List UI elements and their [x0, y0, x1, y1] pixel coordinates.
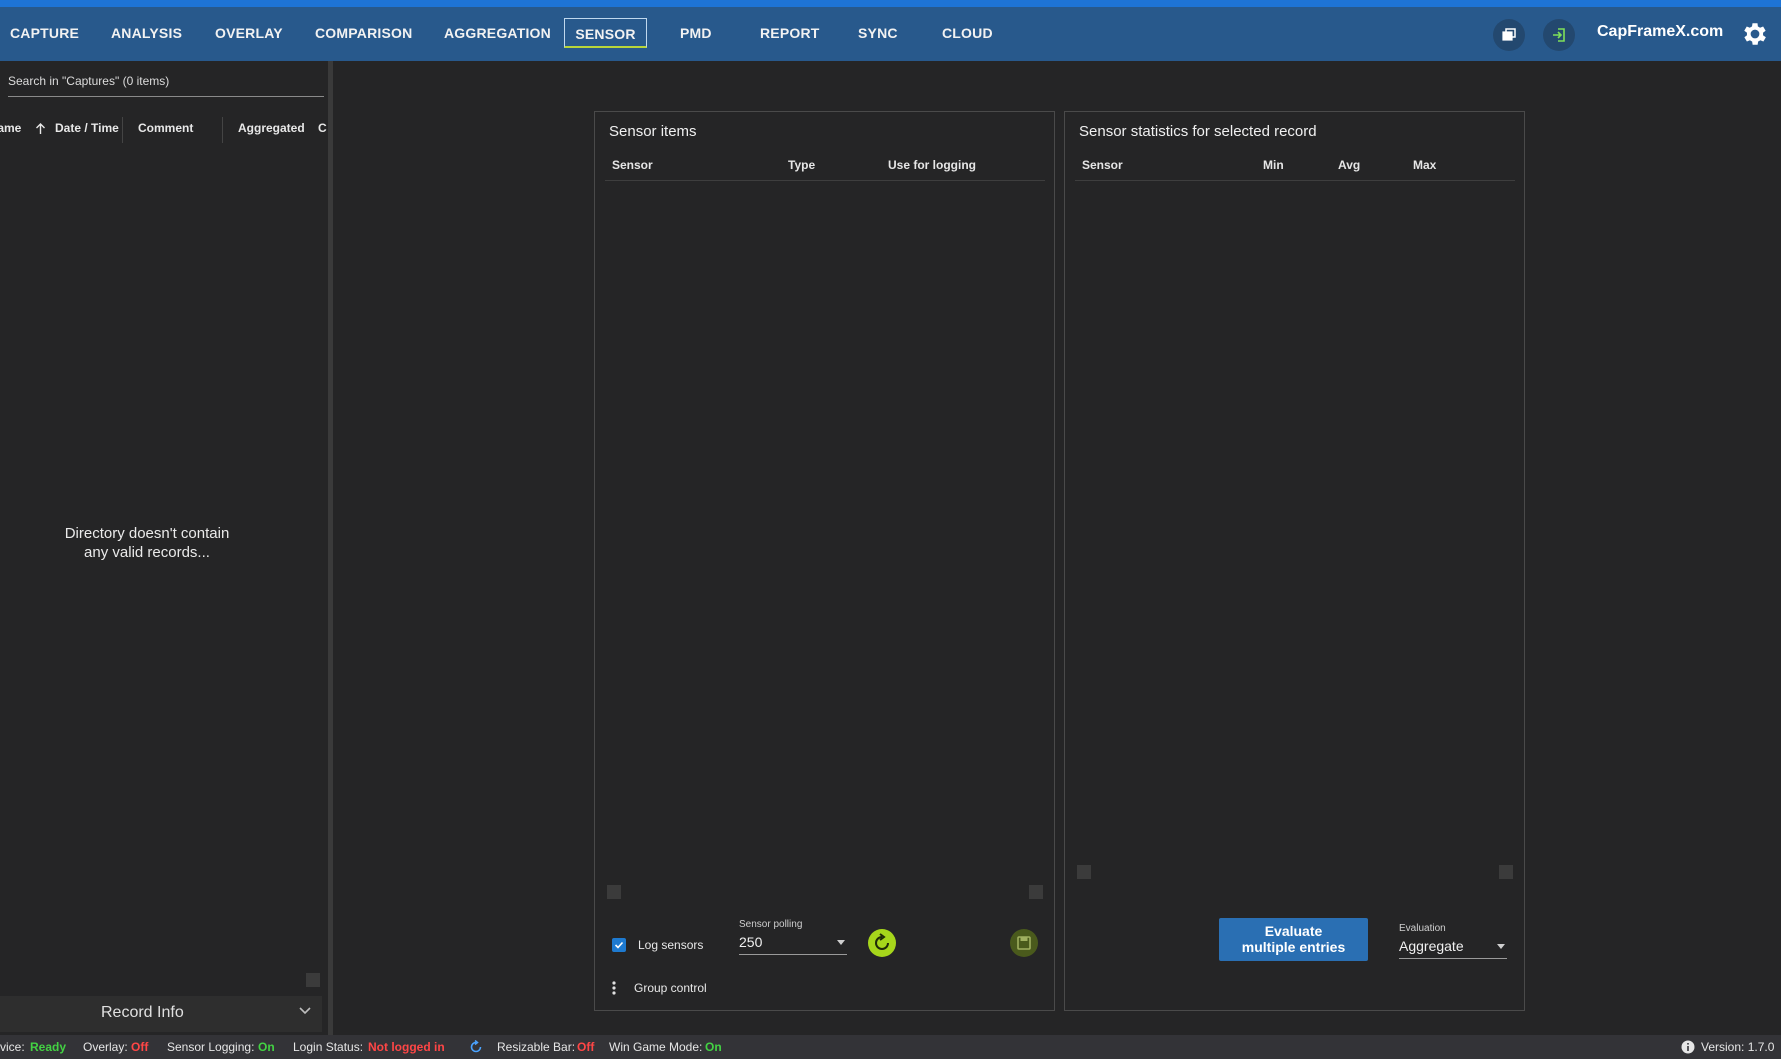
column-date-time[interactable]: Date / Time — [55, 121, 119, 135]
sensor-polling-label: Sensor polling — [739, 919, 803, 930]
resizable-bar-status: Off — [577, 1040, 595, 1054]
sensor-logging-label: Sensor Logging: — [167, 1040, 255, 1054]
evaluation-value: Aggregate — [1399, 938, 1464, 954]
main-navigation: CAPTURE ANALYSIS OVERLAY COMPARISON AGGR… — [0, 7, 1781, 61]
overlay-label: Overlay: — [83, 1040, 128, 1054]
windows-icon — [1502, 28, 1516, 41]
save-icon[interactable] — [1009, 928, 1039, 958]
tab-aggregation[interactable]: AGGREGATION — [438, 18, 557, 48]
sensor-polling-select[interactable]: 250 — [739, 934, 847, 955]
service-label: vice: — [0, 1040, 25, 1054]
gear-icon[interactable] — [1740, 19, 1770, 49]
tab-report[interactable]: REPORT — [754, 18, 826, 48]
column-sensor[interactable]: Sensor — [1082, 158, 1123, 172]
login-icon — [1553, 28, 1565, 42]
column-sensor[interactable]: Sensor — [612, 158, 653, 172]
tab-sensor[interactable]: SENSOR — [564, 18, 647, 48]
overlay-status: Off — [131, 1040, 149, 1054]
column-game[interactable]: Game — [0, 121, 21, 135]
column-max[interactable]: Max — [1413, 158, 1436, 172]
login-status-label: Login Status: — [293, 1040, 364, 1054]
evaluation-select[interactable]: Aggregate — [1399, 938, 1507, 959]
resizable-bar-label: Resizable Bar: — [497, 1040, 576, 1054]
column-type[interactable]: Type — [788, 158, 815, 172]
group-control-label[interactable]: Group control — [634, 981, 707, 995]
column-comment[interactable]: Comment — [138, 121, 193, 135]
scroll-right-button[interactable] — [1499, 865, 1513, 879]
column-use-for-logging[interactable]: Use for logging — [888, 158, 976, 172]
log-sensors-label: Log sensors — [638, 938, 704, 952]
record-info-expander[interactable]: Record Info — [0, 996, 322, 1032]
tab-sync[interactable]: SYNC — [852, 18, 904, 48]
status-bar: vice: Ready Overlay: Off Sensor Logging:… — [0, 1035, 1781, 1059]
tab-capture[interactable]: CAPTURE — [4, 18, 85, 48]
scroll-right-button[interactable] — [306, 973, 320, 987]
refresh-sensors-button[interactable] — [867, 928, 897, 958]
evaluation-label: Evaluation — [1399, 923, 1446, 934]
checkmark-icon — [614, 941, 624, 949]
captures-panel: Search in "Captures" (0 items) Game Date… — [0, 61, 328, 1035]
info-icon[interactable] — [1681, 1040, 1695, 1054]
sensor-items-panel: Sensor items Sensor Type Use for logging… — [594, 111, 1055, 1011]
dropdown-caret-icon — [837, 940, 845, 945]
empty-message-line-2: any valid records... — [84, 544, 210, 561]
version-label: Version: 1.7.0 — [1701, 1040, 1775, 1054]
tab-comparison[interactable]: COMPARISON — [309, 18, 418, 48]
win-game-mode-status: On — [705, 1040, 722, 1054]
evaluate-button-line-2: multiple entries — [1241, 939, 1346, 955]
scroll-left-button[interactable] — [1077, 865, 1091, 879]
win-game-mode-label: Win Game Mode: — [609, 1040, 703, 1054]
scroll-left-button[interactable] — [607, 885, 621, 899]
tab-pmd[interactable]: PMD — [674, 18, 718, 48]
service-status: Ready — [30, 1040, 67, 1054]
column-avg[interactable]: Avg — [1338, 158, 1360, 172]
panel-splitter[interactable] — [328, 61, 333, 1035]
empty-directory-message: Directory doesn't contain any valid reco… — [20, 524, 274, 562]
chevron-down-icon — [299, 1007, 311, 1015]
sensor-statistics-title: Sensor statistics for selected record — [1079, 123, 1317, 140]
column-min[interactable]: Min — [1263, 158, 1284, 172]
column-aggregated[interactable]: Aggregated — [238, 121, 305, 135]
top-accent-bar — [0, 0, 1781, 7]
sensor-polling-value: 250 — [739, 934, 763, 950]
scroll-right-button[interactable] — [1029, 885, 1043, 899]
record-info-label: Record Info — [101, 1004, 184, 1021]
search-input[interactable]: Search in "Captures" (0 items) — [8, 74, 324, 97]
empty-message-line-1: Directory doesn't contain — [64, 525, 230, 542]
login-status-value: Not logged in — [368, 1040, 445, 1054]
tab-analysis[interactable]: ANALYSIS — [105, 18, 188, 48]
brand-link[interactable]: CapFrameX.com — [1597, 23, 1723, 41]
sensor-items-title: Sensor items — [609, 123, 697, 140]
windows-button[interactable] — [1493, 19, 1525, 51]
sort-arrow-up-icon — [36, 123, 45, 134]
sensor-statistics-panel: Sensor statistics for selected record Se… — [1064, 111, 1525, 1011]
tab-cloud[interactable]: CLOUD — [936, 18, 999, 48]
login-button[interactable] — [1543, 19, 1575, 51]
tab-overlay[interactable]: OVERLAY — [209, 18, 289, 48]
more-vertical-icon[interactable] — [611, 980, 617, 996]
log-sensors-checkbox[interactable] — [612, 938, 626, 952]
dropdown-caret-icon — [1497, 944, 1505, 949]
evaluate-multiple-entries-button[interactable]: Evaluate multiple entries — [1219, 918, 1368, 961]
column-truncated[interactable]: C — [318, 121, 327, 135]
sensor-logging-status: On — [258, 1040, 275, 1054]
captures-table-header: Game Date / Time Comment Aggregated C — [0, 117, 328, 143]
evaluate-button-line-1: Evaluate — [1264, 923, 1323, 939]
refresh-icon[interactable] — [469, 1040, 483, 1054]
